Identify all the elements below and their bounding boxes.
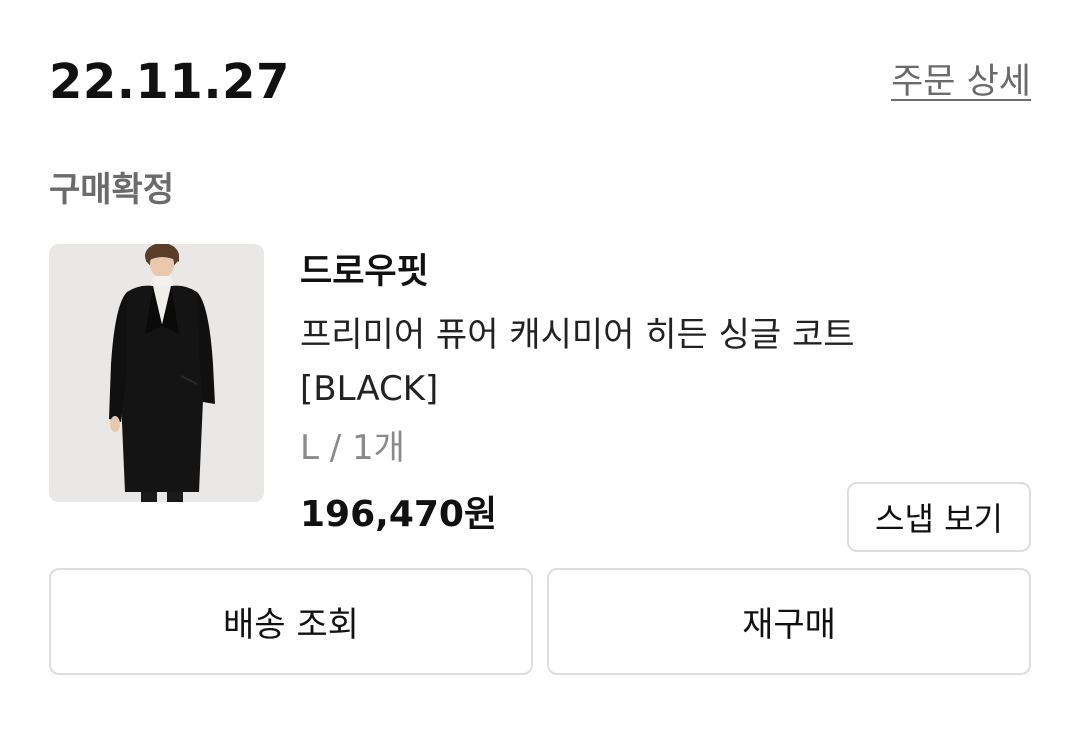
product-name[interactable]: 프리미어 퓨어 캐시미어 히든 싱글 코트 [BLACK]: [300, 308, 920, 416]
order-detail-link[interactable]: 주문 상세: [891, 58, 1031, 106]
rebuy-button[interactable]: 재구매: [547, 568, 1031, 675]
order-date: 22.11.27: [49, 54, 290, 110]
snap-view-button[interactable]: 스냅 보기: [847, 482, 1031, 552]
product-price: 196,470원: [300, 494, 498, 535]
product-option: L / 1개: [300, 428, 405, 468]
order-card: 22.11.27 주문 상세 구매확정 드로우핏 프리미어 퓨어 캐시미어 히든…: [0, 0, 1080, 739]
coat-model-photo-icon: [49, 244, 264, 502]
order-status-label: 구매확정: [49, 170, 175, 210]
product-thumbnail[interactable]: [49, 244, 264, 502]
brand-name[interactable]: 드로우핏: [300, 248, 429, 296]
delivery-tracking-button[interactable]: 배송 조회: [49, 568, 533, 675]
